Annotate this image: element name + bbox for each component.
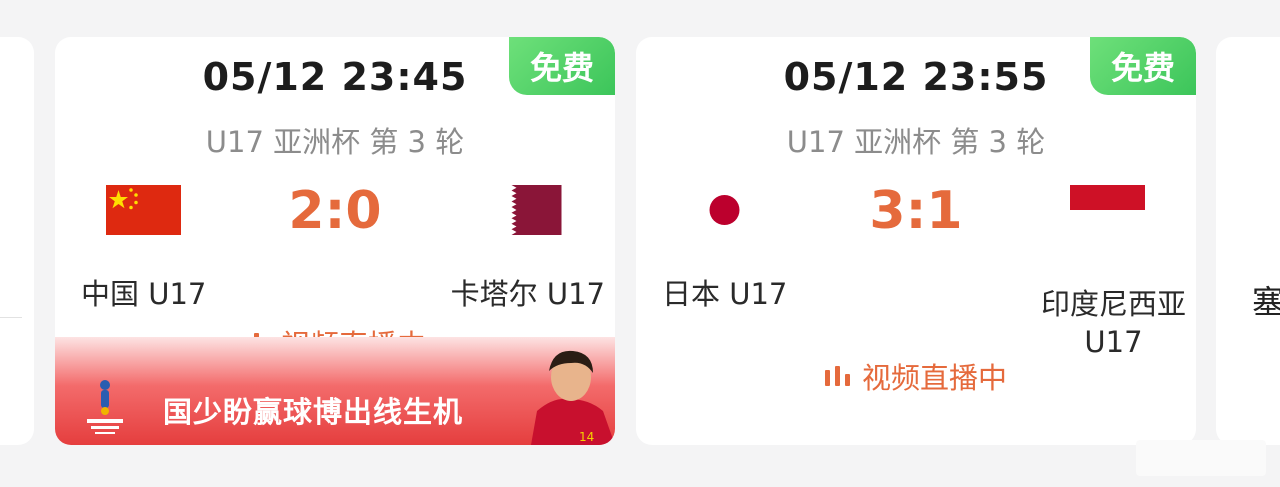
watermark (1136, 440, 1266, 476)
match-card-china-qatar[interactable]: 免费 05/12 23:45 U17 亚洲杯 第 3 轮 2:0 中国 U17 … (55, 37, 615, 445)
previous-match-card[interactable] (0, 37, 34, 445)
away-team-name-line1: 印度尼西亚 (1040, 287, 1186, 321)
match-time: 05/12 23:55 (783, 55, 1049, 99)
indonesia-flag-icon (1069, 185, 1146, 235)
live-status[interactable]: 视频直播中 (636, 355, 1196, 397)
next-match-card[interactable]: 塞 (1216, 37, 1280, 445)
match-round: U17 亚洲杯 第 3 轮 (205, 125, 465, 159)
home-team-name: 日本 U17 (662, 277, 788, 311)
match-round: U17 亚洲杯 第 3 轮 (786, 125, 1046, 159)
afc-u17-logo-icon (77, 375, 133, 439)
promo-text: 国少盼赢球博出线生机 (163, 395, 464, 429)
next-card-text: 塞 (1252, 283, 1280, 321)
live-status-label: 视频直播中 (861, 361, 1007, 395)
match-time: 05/12 23:45 (202, 55, 468, 99)
away-team-name: 卡塔尔 U17 (450, 277, 605, 311)
divider (0, 317, 22, 318)
away-team-name: 印度尼西亚 U17 (1041, 285, 1186, 361)
match-card-japan-indonesia[interactable]: 免费 05/12 23:55 U17 亚洲杯 第 3 轮 3:1 日本 U17 … (636, 37, 1196, 445)
qatar-flag-icon (488, 185, 565, 235)
live-bars-icon (824, 366, 850, 386)
player-photo: 14 (523, 341, 615, 445)
svg-text:14: 14 (579, 430, 594, 444)
home-team-name: 中国 U17 (81, 277, 207, 311)
promo-banner[interactable]: 国少盼赢球博出线生机 14 (55, 337, 615, 445)
